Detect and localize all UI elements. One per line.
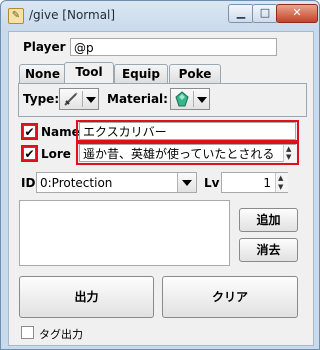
add-enchant-button[interactable]: 追加 [239, 208, 298, 232]
tab-equip[interactable]: Equip [114, 64, 168, 83]
enchant-lv-spinner[interactable]: ▲ ▼ [275, 173, 288, 192]
spinner-up-icon[interactable]: ▲ [278, 174, 283, 182]
tag-output-label: タグ出力 [39, 328, 83, 341]
clear-button[interactable]: クリア [162, 276, 298, 318]
spinner-down-icon[interactable]: ▼ [278, 183, 283, 191]
spinner-down-icon[interactable]: ▼ [286, 153, 291, 161]
name-checkbox[interactable]: ✔ [23, 125, 36, 138]
lore-input[interactable]: 遥か昔、英雄が使っていたとされる [79, 144, 296, 162]
tab-none[interactable]: None [19, 64, 66, 83]
enchant-list[interactable] [19, 200, 230, 266]
enchant-id-select[interactable]: 0:Protection [36, 172, 197, 193]
type-label: Type: [23, 92, 60, 106]
delete-enchant-button[interactable]: 消去 [239, 238, 298, 262]
close-button[interactable]: ✕ [276, 4, 318, 23]
enchant-id-label: ID [21, 176, 36, 190]
enchant-id-value: 0:Protection [40, 176, 113, 190]
tab-tool[interactable]: Tool [64, 62, 114, 84]
chevron-down-icon [182, 180, 192, 186]
app-window: ✎ /give [Normal] ▁ □ ✕ Player @p None To… [0, 0, 320, 350]
player-label: Player [23, 40, 66, 54]
title-bar[interactable]: ✎ /give [Normal] ▁ □ ✕ [1, 1, 319, 31]
chevron-down-icon [86, 97, 96, 103]
tag-output-checkbox[interactable] [21, 326, 34, 339]
tab-poke[interactable]: Poke [169, 64, 221, 83]
output-button[interactable]: 出力 [19, 276, 154, 318]
type-combo[interactable] [59, 88, 99, 110]
tool-tab-panel: Type: Material: [18, 83, 307, 117]
sword-icon [64, 92, 78, 106]
chevron-down-icon [197, 97, 207, 103]
enchant-lv-label: Lv [204, 176, 220, 190]
name-input[interactable]: エクスカリバー [79, 122, 296, 140]
material-combo[interactable] [170, 88, 210, 110]
player-input[interactable]: @p [70, 38, 277, 56]
lore-label: Lore [41, 147, 71, 161]
minimize-button[interactable]: ▁ [228, 4, 254, 23]
enchant-id-dropdown-button[interactable] [177, 173, 196, 192]
app-icon: ✎ [8, 8, 24, 24]
maximize-button[interactable]: □ [252, 4, 278, 23]
material-label: Material: [107, 92, 168, 106]
emerald-icon [175, 91, 189, 107]
window-title: /give [Normal] [29, 8, 116, 22]
name-label: Name [41, 125, 80, 139]
lore-checkbox[interactable]: ✔ [23, 147, 36, 160]
dialog-body: Player @p None Tool Equip Poke Type: Mat… [8, 31, 314, 346]
spinner-up-icon[interactable]: ▲ [286, 145, 291, 153]
lore-spinner[interactable]: ▲ ▼ [283, 145, 296, 162]
